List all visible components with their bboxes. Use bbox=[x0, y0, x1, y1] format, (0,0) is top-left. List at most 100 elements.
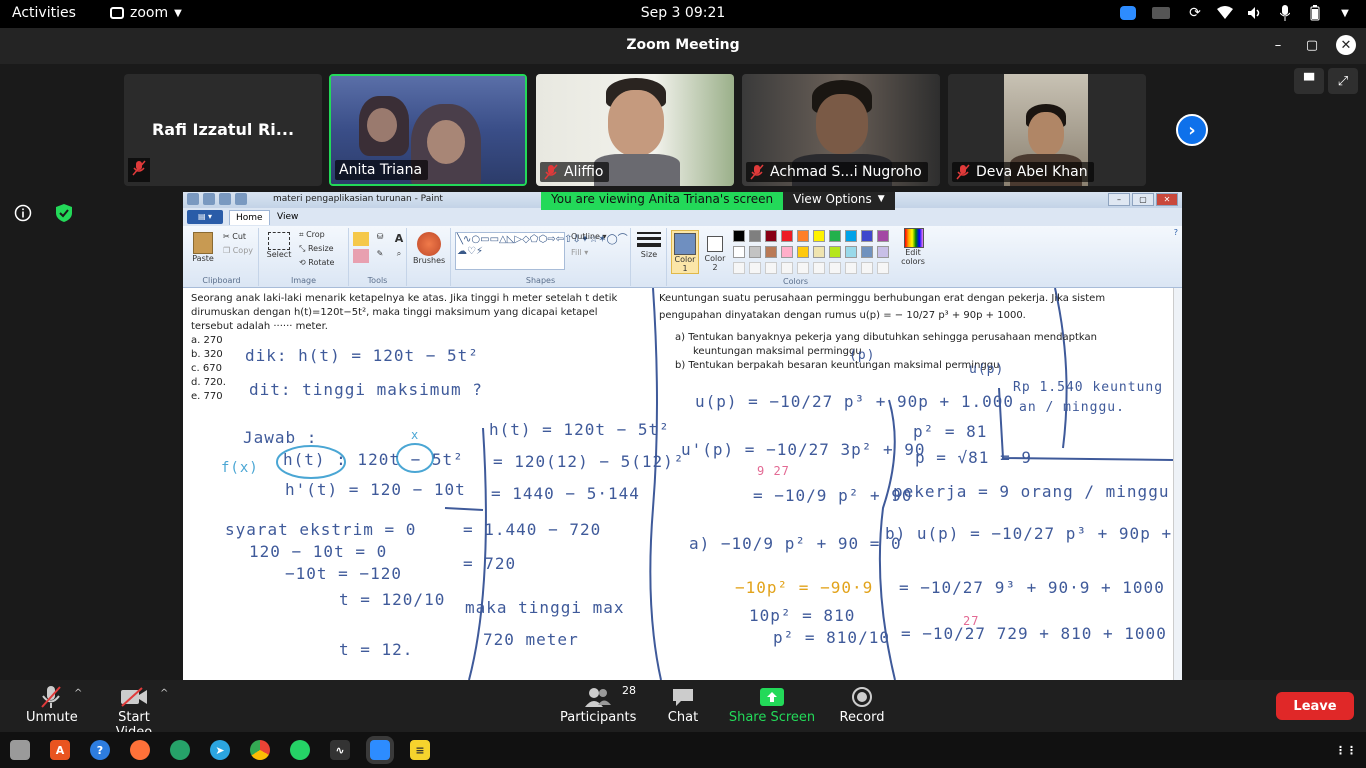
color-swatch[interactable] bbox=[829, 230, 841, 242]
cut-button[interactable]: ✂ Cut bbox=[223, 232, 246, 241]
crop-button[interactable]: ⌗ Crop bbox=[299, 230, 325, 240]
color-swatch[interactable] bbox=[845, 230, 857, 242]
eraser-icon[interactable] bbox=[353, 249, 369, 263]
audio-options-caret[interactable]: ^ bbox=[74, 688, 82, 699]
info-icon[interactable] bbox=[14, 204, 32, 226]
text-icon[interactable]: A bbox=[391, 232, 407, 246]
files-icon[interactable] bbox=[10, 740, 30, 760]
chrome-icon[interactable] bbox=[250, 740, 270, 760]
system-tray[interactable]: ⟳ ▼ bbox=[1120, 4, 1354, 22]
color-swatch[interactable] bbox=[861, 230, 873, 242]
color-swatch[interactable] bbox=[845, 246, 857, 258]
shapes-gallery[interactable]: ╲∿○▭▭△◺▷◇⬠⬡⇨⇦⇧⇩✦☆✶◯⌒☁♡⚡ bbox=[455, 232, 628, 270]
color-swatch[interactable] bbox=[813, 230, 825, 242]
color-swatch[interactable] bbox=[813, 246, 825, 258]
custom-color-slot[interactable] bbox=[845, 262, 857, 274]
color-palette[interactable] bbox=[733, 230, 895, 278]
encryption-shield-icon[interactable] bbox=[56, 204, 72, 226]
tab-view[interactable]: View bbox=[271, 210, 304, 224]
color-swatch[interactable] bbox=[797, 246, 809, 258]
custom-color-slot[interactable] bbox=[797, 262, 809, 274]
color-picker-icon[interactable]: ✎ bbox=[372, 249, 388, 263]
magnifier-icon[interactable]: ⌕ bbox=[391, 249, 407, 263]
color-swatch[interactable] bbox=[781, 246, 793, 258]
copy-button[interactable]: ❐ Copy bbox=[223, 246, 253, 255]
paint-canvas[interactable]: Seorang anak laki-laki menarik ketapelny… bbox=[183, 288, 1182, 680]
size-button[interactable]: Size bbox=[635, 232, 663, 259]
sync-tray-icon[interactable]: ⟳ bbox=[1186, 4, 1204, 22]
custom-color-slot[interactable] bbox=[877, 262, 889, 274]
paint-minimize-button[interactable]: – bbox=[1108, 193, 1130, 206]
video-options-caret[interactable]: ^ bbox=[160, 688, 168, 699]
select-button[interactable]: Select bbox=[265, 232, 293, 259]
help-icon[interactable]: ? bbox=[1174, 228, 1178, 237]
share-screen-button[interactable]: Share Screen bbox=[728, 684, 816, 725]
paste-button[interactable]: Paste bbox=[189, 232, 217, 263]
custom-color-slot[interactable] bbox=[829, 262, 841, 274]
close-button[interactable]: ✕ bbox=[1336, 35, 1356, 55]
vertical-scrollbar[interactable] bbox=[1173, 288, 1182, 680]
chat-button[interactable]: Chat bbox=[662, 684, 704, 725]
color-swatch[interactable] bbox=[733, 246, 745, 258]
color-swatch[interactable] bbox=[765, 246, 777, 258]
fullscreen-button[interactable]: ⤢ bbox=[1328, 68, 1358, 94]
participant-tile[interactable]: Aliffio bbox=[536, 74, 734, 186]
software-icon[interactable]: A bbox=[50, 740, 70, 760]
edit-colors-button[interactable]: Edit colors bbox=[899, 228, 929, 266]
resize-button[interactable]: ⤡ Resize bbox=[299, 244, 334, 254]
rotate-button[interactable]: ⟲ Rotate bbox=[299, 258, 334, 267]
shared-screen[interactable]: You are viewing Anita Triana's screen Vi… bbox=[183, 192, 1182, 680]
record-button[interactable]: Record bbox=[838, 684, 886, 725]
help-icon[interactable]: ? bbox=[90, 740, 110, 760]
color-swatch[interactable] bbox=[877, 230, 889, 242]
next-page-button[interactable]: › bbox=[1176, 114, 1208, 146]
microphone-icon[interactable] bbox=[1276, 4, 1294, 22]
custom-color-slot[interactable] bbox=[765, 262, 777, 274]
color-swatch[interactable] bbox=[829, 246, 841, 258]
fill-icon[interactable]: ⛁ bbox=[372, 232, 388, 246]
color-swatch[interactable] bbox=[781, 230, 793, 242]
zoom-icon[interactable] bbox=[370, 740, 390, 760]
file-menu-button[interactable]: ▤ ▾ bbox=[187, 210, 223, 224]
custom-color-slot[interactable] bbox=[733, 262, 745, 274]
color1-button[interactable]: Color 1 bbox=[671, 230, 699, 274]
color-swatch[interactable] bbox=[749, 246, 761, 258]
brushes-button[interactable]: Brushes bbox=[413, 232, 445, 265]
chevron-down-icon[interactable]: ▼ bbox=[1336, 4, 1354, 22]
zoom-tray-icon[interactable] bbox=[1120, 6, 1136, 20]
firefox-icon[interactable] bbox=[130, 740, 150, 760]
participant-tile[interactable]: Anita Triana bbox=[329, 74, 527, 186]
save-icon[interactable] bbox=[203, 193, 215, 205]
unmute-button[interactable]: Unmute bbox=[26, 684, 78, 725]
paint-close-button[interactable]: ✕ bbox=[1156, 193, 1178, 206]
color-swatch[interactable] bbox=[877, 246, 889, 258]
color-swatch[interactable] bbox=[733, 230, 745, 242]
color-swatch[interactable] bbox=[765, 230, 777, 242]
custom-color-slot[interactable] bbox=[781, 262, 793, 274]
tab-home[interactable]: Home bbox=[229, 210, 270, 225]
outline-dropdown[interactable]: Outline ▾ bbox=[571, 232, 607, 241]
redo-icon[interactable] bbox=[235, 193, 247, 205]
undo-icon[interactable] bbox=[219, 193, 231, 205]
leave-button[interactable]: Leave bbox=[1276, 692, 1354, 720]
custom-color-slot[interactable] bbox=[749, 262, 761, 274]
color2-button[interactable]: Color 2 bbox=[701, 230, 729, 272]
color-swatch[interactable] bbox=[749, 230, 761, 242]
app-menu[interactable]: zoom ▼ bbox=[110, 5, 182, 21]
participants-button[interactable]: 28 Participants bbox=[560, 684, 636, 725]
system-monitor-icon[interactable]: ∿ bbox=[330, 740, 350, 760]
participant-tile[interactable]: Rafi Izzatul Ri... bbox=[124, 74, 322, 186]
color-swatch[interactable] bbox=[861, 246, 873, 258]
maximize-button[interactable]: ▢ bbox=[1302, 35, 1322, 55]
custom-color-slot[interactable] bbox=[861, 262, 873, 274]
whatsapp-icon[interactable] bbox=[290, 740, 310, 760]
notes-icon[interactable]: ≡ bbox=[410, 740, 430, 760]
telegram-icon[interactable]: ➤ bbox=[210, 740, 230, 760]
show-apps-icon[interactable]: ⋮⋮ bbox=[1335, 740, 1357, 760]
view-layout-button[interactable]: ▀ bbox=[1294, 68, 1324, 94]
view-options-button[interactable]: View Options ▼ bbox=[783, 192, 895, 210]
fill-dropdown[interactable]: Fill ▾ bbox=[571, 248, 588, 257]
paint-maximize-button[interactable]: ▢ bbox=[1132, 193, 1154, 206]
activities-button[interactable]: Activities bbox=[12, 5, 76, 21]
participant-tile[interactable]: Deva Abel Khan bbox=[948, 74, 1146, 186]
